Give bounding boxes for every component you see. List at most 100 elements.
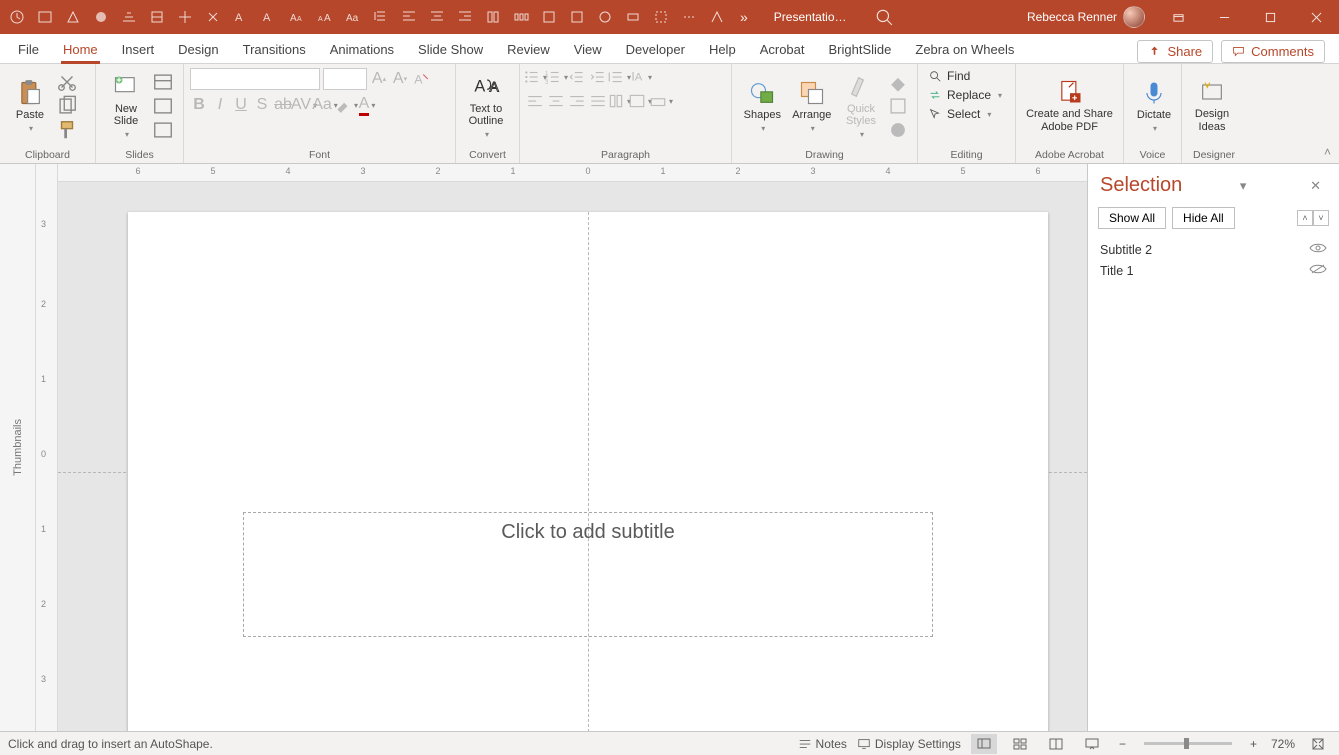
- tab-transitions[interactable]: Transitions: [231, 36, 318, 63]
- align-text-button[interactable]: ▾: [631, 92, 649, 110]
- align-left-button[interactable]: [526, 92, 544, 110]
- qat-icon[interactable]: [652, 8, 670, 26]
- slide-sorter-view-button[interactable]: [1007, 734, 1033, 754]
- font-size-input[interactable]: [323, 68, 367, 90]
- qat-font-icon[interactable]: A: [260, 8, 278, 26]
- arrange-button[interactable]: Arrange▾: [787, 75, 837, 137]
- qat-distribute-icon[interactable]: [512, 8, 530, 26]
- qat-icon[interactable]: [176, 8, 194, 26]
- shape-fill-button[interactable]: [887, 71, 909, 93]
- change-case-button[interactable]: Aa▾: [316, 96, 334, 114]
- shape-effects-button[interactable]: [887, 119, 909, 141]
- paste-button[interactable]: Paste▾: [6, 75, 54, 137]
- tab-review[interactable]: Review: [495, 36, 562, 63]
- qat-icon[interactable]: [680, 8, 698, 26]
- find-button[interactable]: Find: [924, 68, 974, 84]
- collapse-ribbon-icon[interactable]: ˄: [1324, 145, 1331, 159]
- pane-options-icon[interactable]: ▾: [1234, 178, 1253, 194]
- format-painter-button[interactable]: [56, 119, 78, 141]
- account-button[interactable]: Rebecca Renner: [1017, 6, 1155, 28]
- increase-indent-button[interactable]: [589, 68, 607, 86]
- line-spacing-button[interactable]: ▾: [610, 68, 628, 86]
- zoom-in-button[interactable]: +: [1246, 737, 1261, 751]
- align-right-button[interactable]: [568, 92, 586, 110]
- send-backward-button[interactable]: ˅: [1313, 210, 1329, 226]
- qat-icon[interactable]: [92, 8, 110, 26]
- qat-icon[interactable]: [204, 8, 222, 26]
- close-button[interactable]: [1293, 0, 1339, 34]
- selection-item[interactable]: Subtitle 2: [1100, 239, 1327, 260]
- close-pane-icon[interactable]: ✕: [1304, 178, 1327, 194]
- bold-button[interactable]: B: [190, 96, 208, 114]
- notes-button[interactable]: Notes: [798, 737, 847, 751]
- zoom-slider-thumb[interactable]: [1184, 738, 1189, 749]
- qat-changecase-icon[interactable]: Aa: [344, 8, 362, 26]
- select-button[interactable]: Select▾: [924, 106, 995, 122]
- columns-button[interactable]: ▾: [610, 92, 628, 110]
- share-button[interactable]: Share: [1137, 40, 1213, 63]
- show-all-button[interactable]: Show All: [1098, 207, 1166, 229]
- qat-icon[interactable]: [64, 8, 82, 26]
- tab-animations[interactable]: Animations: [318, 36, 406, 63]
- decrease-indent-button[interactable]: [568, 68, 586, 86]
- font-name-input[interactable]: [190, 68, 320, 90]
- italic-button[interactable]: I: [211, 96, 229, 114]
- qat-linespacing-icon[interactable]: [372, 8, 390, 26]
- tab-zebra[interactable]: Zebra on Wheels: [903, 36, 1026, 63]
- comments-button[interactable]: Comments: [1221, 40, 1325, 63]
- qat-icon[interactable]: [568, 8, 586, 26]
- zoom-slider[interactable]: [1144, 742, 1232, 745]
- font-color-button[interactable]: A▾: [358, 96, 376, 114]
- tab-slideshow[interactable]: Slide Show: [406, 36, 495, 63]
- qat-icon[interactable]: AA: [288, 8, 306, 26]
- display-settings-button[interactable]: Display Settings: [857, 737, 961, 751]
- shapes-button[interactable]: Shapes▾: [738, 75, 787, 137]
- tab-design[interactable]: Design: [166, 36, 230, 63]
- qat-icon[interactable]: [540, 8, 558, 26]
- replace-button[interactable]: Replace▾: [924, 87, 1006, 103]
- tab-file[interactable]: File: [6, 36, 51, 63]
- clear-formatting-icon[interactable]: A: [412, 70, 430, 88]
- adobe-pdf-button[interactable]: Create and Share Adobe PDF: [1022, 74, 1117, 137]
- copy-button[interactable]: [56, 95, 78, 117]
- thumbnails-panel-collapsed[interactable]: Thumbnails: [0, 164, 36, 731]
- qat-align-icon[interactable]: [484, 8, 502, 26]
- qat-align-icon[interactable]: [456, 8, 474, 26]
- layout-button[interactable]: [152, 71, 174, 93]
- zoom-level[interactable]: 72%: [1271, 737, 1295, 751]
- underline-button[interactable]: U: [232, 96, 250, 114]
- slide-stage[interactable]: Click to add subtitle: [58, 182, 1087, 731]
- subtitle-placeholder[interactable]: Click to add subtitle: [243, 512, 933, 637]
- qat-icon[interactable]: [624, 8, 642, 26]
- qat-align-icon[interactable]: [400, 8, 418, 26]
- tab-help[interactable]: Help: [697, 36, 748, 63]
- tab-home[interactable]: Home: [51, 36, 110, 63]
- increase-font-icon[interactable]: A▴: [370, 70, 388, 88]
- maximize-button[interactable]: [1247, 0, 1293, 34]
- qat-icon[interactable]: [120, 8, 138, 26]
- design-ideas-button[interactable]: Design Ideas: [1188, 74, 1236, 137]
- text-to-outline-button[interactable]: AA Text to Outline▾: [462, 69, 510, 143]
- text-direction-button[interactable]: ⅠA▾: [631, 68, 649, 86]
- visibility-toggle-icon[interactable]: [1309, 263, 1327, 278]
- dictate-button[interactable]: Dictate▾: [1130, 75, 1178, 137]
- selection-item[interactable]: Title 1: [1100, 260, 1327, 281]
- justify-button[interactable]: [589, 92, 607, 110]
- qat-overflow-button[interactable]: »: [736, 9, 752, 25]
- cut-button[interactable]: [56, 71, 78, 93]
- highlight-button[interactable]: ▾: [337, 96, 355, 114]
- bullets-button[interactable]: ▾: [526, 68, 544, 86]
- bring-forward-button[interactable]: ˄: [1297, 210, 1313, 226]
- reading-view-button[interactable]: [1043, 734, 1069, 754]
- tab-insert[interactable]: Insert: [110, 36, 167, 63]
- autosave-icon[interactable]: [8, 8, 26, 26]
- qat-font-icon[interactable]: A: [232, 8, 250, 26]
- normal-view-button[interactable]: [971, 734, 997, 754]
- visibility-toggle-icon[interactable]: [1309, 242, 1327, 257]
- shadow-button[interactable]: S: [253, 96, 271, 114]
- fit-to-window-button[interactable]: [1305, 734, 1331, 754]
- character-spacing-button[interactable]: AV▾: [295, 96, 313, 114]
- qat-icon[interactable]: [708, 8, 726, 26]
- shape-outline-button[interactable]: [887, 95, 909, 117]
- section-button[interactable]: [152, 119, 174, 141]
